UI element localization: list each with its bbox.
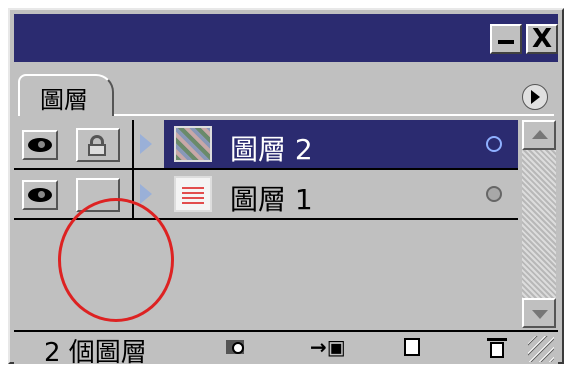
- arrow-up-icon: [532, 130, 548, 139]
- visibility-toggle[interactable]: [22, 180, 58, 210]
- target-circle-icon[interactable]: [486, 136, 502, 152]
- minimize-icon: [498, 40, 514, 44]
- new-set-icon: →▣: [310, 335, 346, 359]
- layers-panel: X 圖層 圖層 2 圖層 1 2 個圖層 →▣: [8, 8, 564, 368]
- mask-icon: [232, 342, 244, 354]
- delete-layer-button[interactable]: [484, 336, 510, 358]
- layer-body[interactable]: 圖層 1: [164, 170, 518, 218]
- vertical-scrollbar[interactable]: [522, 120, 556, 328]
- expand-arrow-icon[interactable]: [140, 184, 152, 204]
- new-set-button[interactable]: →▣: [310, 336, 346, 358]
- eye-icon: [28, 138, 52, 152]
- visibility-toggle[interactable]: [22, 130, 58, 160]
- close-icon: X: [531, 24, 553, 54]
- layer-thumbnail: [174, 126, 212, 162]
- arrow-down-icon: [532, 310, 548, 319]
- scroll-up-button[interactable]: [522, 120, 556, 150]
- panel-menu-button[interactable]: [522, 84, 548, 110]
- layer-list: 圖層 2 圖層 1: [14, 120, 518, 328]
- status-bar: 2 個圖層 →▣: [14, 330, 558, 368]
- target-circle-icon[interactable]: [486, 186, 502, 202]
- scroll-down-button[interactable]: [522, 298, 556, 328]
- lock-toggle[interactable]: [76, 128, 120, 162]
- title-bar[interactable]: X: [14, 14, 558, 62]
- layer-count: 2 個圖層: [44, 338, 147, 368]
- layer-name: 圖層 1: [230, 183, 313, 216]
- trash-icon: [490, 342, 504, 358]
- tab-layers[interactable]: 圖層: [18, 74, 114, 116]
- layer-row[interactable]: 圖層 2: [14, 120, 518, 168]
- panel-menu-icon: [531, 90, 540, 104]
- mask-button[interactable]: [226, 336, 252, 358]
- close-button[interactable]: X: [526, 24, 558, 54]
- new-layer-button[interactable]: [400, 336, 426, 358]
- tab-label: 圖層: [40, 86, 88, 114]
- layer-selected-body[interactable]: 圖層 2: [164, 120, 518, 168]
- resize-grip[interactable]: [528, 336, 554, 362]
- annotation-circle: [58, 198, 174, 322]
- new-layer-icon: [404, 338, 420, 356]
- tab-divider: [114, 114, 554, 116]
- layer-name: 圖層 2: [230, 133, 313, 166]
- minimize-button[interactable]: [490, 24, 522, 54]
- eye-icon: [28, 188, 52, 202]
- expand-arrow-icon[interactable]: [140, 134, 152, 154]
- layer-thumbnail: [174, 176, 212, 212]
